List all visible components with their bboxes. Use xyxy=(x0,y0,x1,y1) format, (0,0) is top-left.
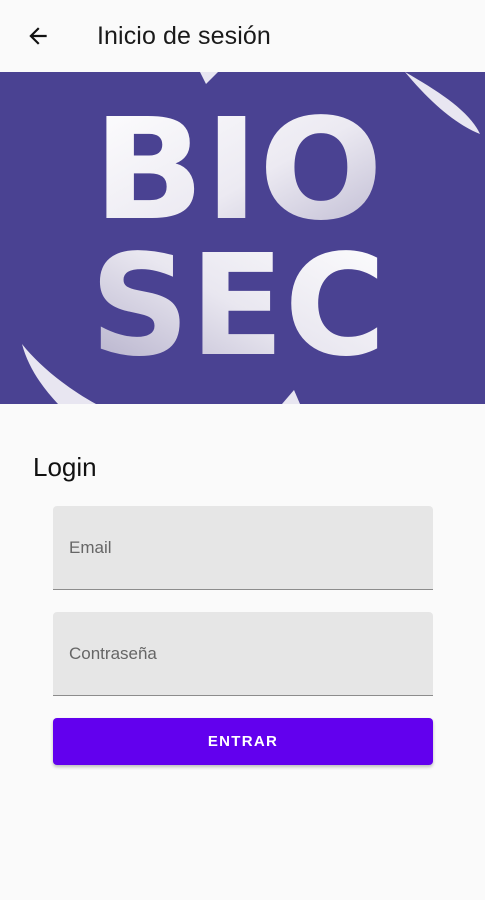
logo-line-2: SEC xyxy=(90,225,386,388)
biosec-logo: BIO SEC xyxy=(0,72,485,404)
login-heading: Login xyxy=(33,452,97,482)
biosec-logo-banner: BIO SEC xyxy=(0,72,485,404)
password-input[interactable] xyxy=(53,612,433,695)
email-input[interactable] xyxy=(53,506,433,589)
email-field[interactable] xyxy=(53,506,433,590)
submit-button[interactable]: ENTRAR xyxy=(53,718,433,765)
back-button[interactable] xyxy=(18,18,58,54)
app-bar: Inicio de sesión xyxy=(0,0,485,72)
page-title: Inicio de sesión xyxy=(97,22,271,50)
password-field[interactable] xyxy=(53,612,433,696)
arrow-left-icon xyxy=(29,27,47,45)
